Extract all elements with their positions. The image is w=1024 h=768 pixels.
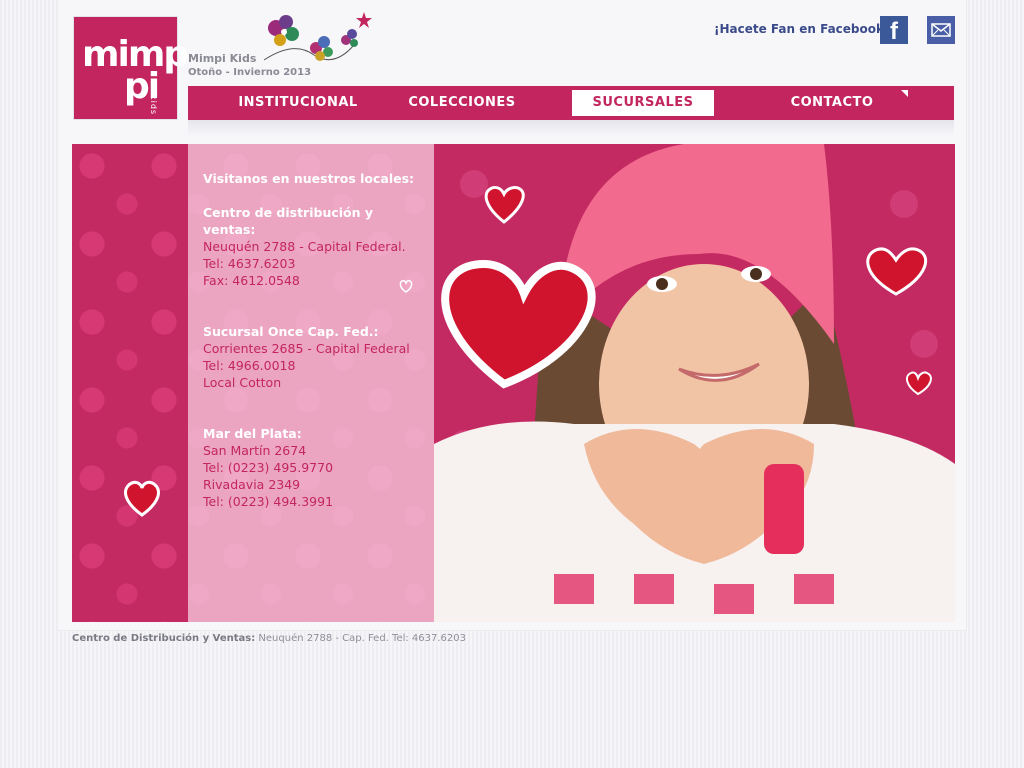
small-heart-icon bbox=[399, 279, 413, 293]
nav-corner-decoration bbox=[901, 90, 908, 97]
location-fax: Fax: 4612.0548 bbox=[203, 273, 300, 288]
location-address: San Martín 2674 bbox=[203, 443, 307, 458]
main-nav: INSTITUCIONAL COLECCIONES SUCURSALES CON… bbox=[188, 86, 954, 120]
flowers-decoration-icon bbox=[263, 12, 372, 61]
location-phone: Tel: 4966.0018 bbox=[203, 358, 296, 373]
location-phone: Tel: (0223) 494.3991 bbox=[203, 494, 334, 509]
girl-heart-hands-photo bbox=[434, 144, 955, 622]
location-phone: Tel: 4637.6203 bbox=[203, 256, 296, 271]
locations-intro: Visitanos en nuestros locales: bbox=[203, 171, 415, 186]
mimpi-logo[interactable]: mimp pi kids bbox=[73, 16, 189, 120]
locations-info: Visitanos en nuestros locales: Centro de… bbox=[203, 170, 429, 544]
footer-label: Centro de Distribución y Ventas: bbox=[72, 633, 256, 644]
footer: Centro de Distribución y Ventas: Neuquén… bbox=[72, 633, 466, 644]
facebook-fan-link[interactable]: ¡Hacete Fan en Facebook! bbox=[714, 22, 889, 36]
location-block: Sucursal Once Cap. Fed.: Corrientes 2685… bbox=[203, 323, 429, 391]
location-note: Local Cotton bbox=[203, 375, 282, 390]
location-title: Centro de distribución y ventas: bbox=[203, 205, 374, 237]
heart-icon bbox=[124, 480, 160, 517]
location-address: Neuquén 2788 - Capital Federal. bbox=[203, 239, 406, 254]
logo-text-kids: kids bbox=[149, 95, 158, 116]
banner: Visitanos en nuestros locales: Centro de… bbox=[72, 144, 955, 622]
location-title: Mar del Plata: bbox=[203, 426, 302, 441]
mail-icon[interactable] bbox=[927, 16, 955, 44]
location-address: Corrientes 2685 - Capital Federal bbox=[203, 341, 410, 356]
footer-text: Neuquén 2788 - Cap. Fed. Tel: 4637.6203 bbox=[255, 633, 466, 644]
brand-name: Mimpi Kids bbox=[188, 52, 257, 65]
facebook-icon[interactable]: f bbox=[880, 16, 908, 44]
location-address: Rivadavia 2349 bbox=[203, 477, 301, 492]
nav-item-institucional[interactable]: INSTITUCIONAL bbox=[220, 90, 376, 116]
location-title: Sucursal Once Cap. Fed.: bbox=[203, 324, 379, 339]
location-phone: Tel: (0223) 495.9770 bbox=[203, 460, 334, 475]
location-block: Centro de distribución y ventas: Neuquén… bbox=[203, 204, 429, 289]
nav-item-colecciones[interactable]: COLECCIONES bbox=[388, 90, 536, 116]
nav-shadow bbox=[188, 120, 954, 136]
location-block: Mar del Plata: San Martín 2674 Tel: (022… bbox=[203, 425, 429, 510]
nav-item-sucursales[interactable]: SUCURSALES bbox=[572, 90, 714, 116]
nav-item-contacto[interactable]: CONTACTO bbox=[754, 90, 910, 116]
